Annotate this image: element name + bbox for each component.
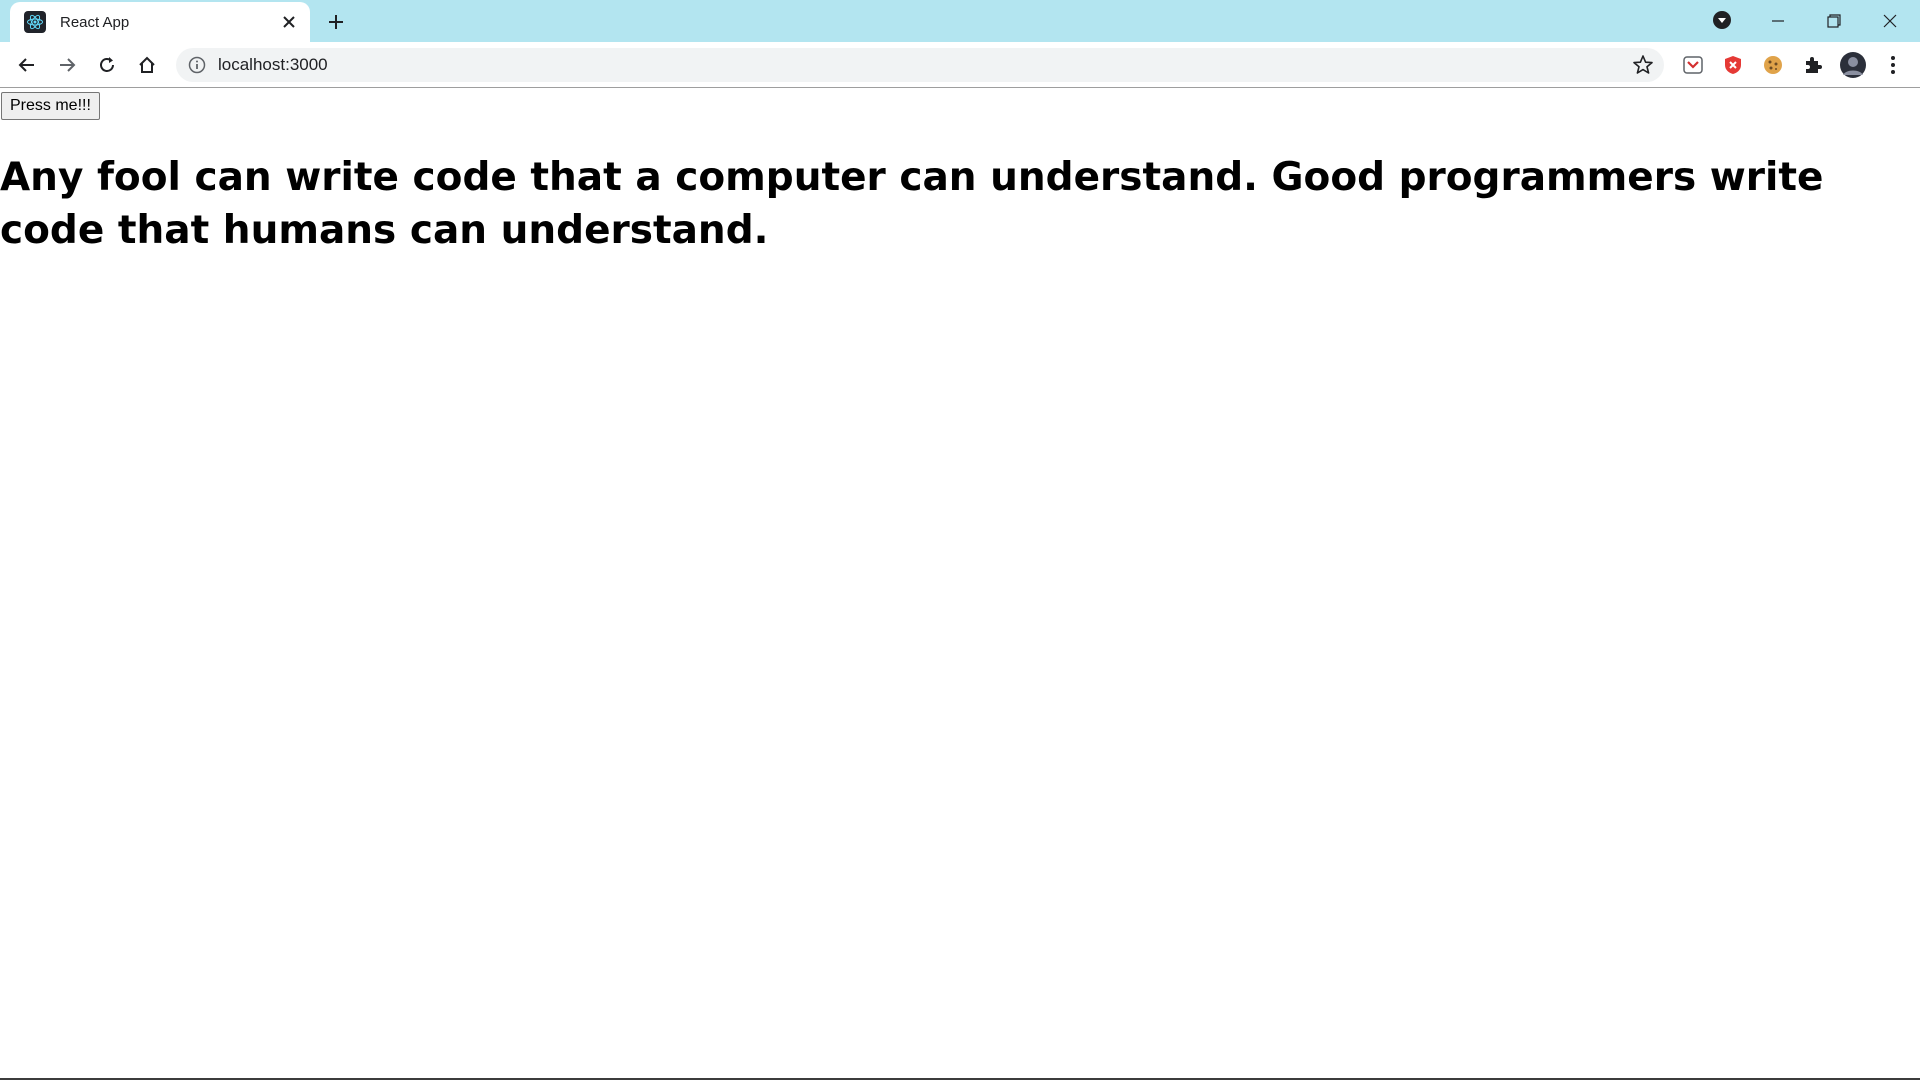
forward-icon[interactable] [51, 49, 83, 81]
browser-window: React App localhost:3000 Press me!!! Any… [0, 0, 1920, 1080]
chevron-down-circle-icon[interactable] [1710, 8, 1734, 32]
quote-heading: Any fool can write code that a computer … [0, 155, 1824, 253]
cookie-icon[interactable] [1758, 50, 1788, 80]
tab-react-app[interactable]: React App [10, 2, 310, 42]
shield-icon[interactable] [1718, 50, 1748, 80]
tab-strip: React App [0, 0, 1920, 42]
close-icon[interactable] [278, 11, 300, 33]
url-text[interactable]: localhost:3000 [218, 55, 328, 75]
home-icon[interactable] [131, 49, 163, 81]
back-icon[interactable] [11, 49, 43, 81]
minimize-icon[interactable] [1750, 0, 1806, 42]
info-icon[interactable] [188, 56, 206, 74]
browser-toolbar: localhost:3000 [0, 42, 1920, 88]
react-logo-icon [24, 11, 46, 33]
reload-icon[interactable] [91, 49, 123, 81]
tab-title: React App [60, 13, 130, 31]
kebab-menu-icon[interactable] [1878, 50, 1908, 80]
close-window-icon[interactable] [1862, 0, 1918, 42]
plus-icon[interactable] [322, 8, 350, 36]
avatar-icon[interactable] [1838, 50, 1868, 80]
press-me-button[interactable]: Press me!!! [1, 92, 100, 120]
pocket-icon[interactable] [1678, 50, 1708, 80]
restore-icon[interactable] [1806, 0, 1862, 42]
puzzle-icon[interactable] [1798, 50, 1828, 80]
star-icon[interactable] [1632, 54, 1654, 76]
address-bar[interactable]: localhost:3000 [176, 48, 1664, 82]
page-content: Press me!!! Any fool can write code that… [0, 89, 1920, 1080]
